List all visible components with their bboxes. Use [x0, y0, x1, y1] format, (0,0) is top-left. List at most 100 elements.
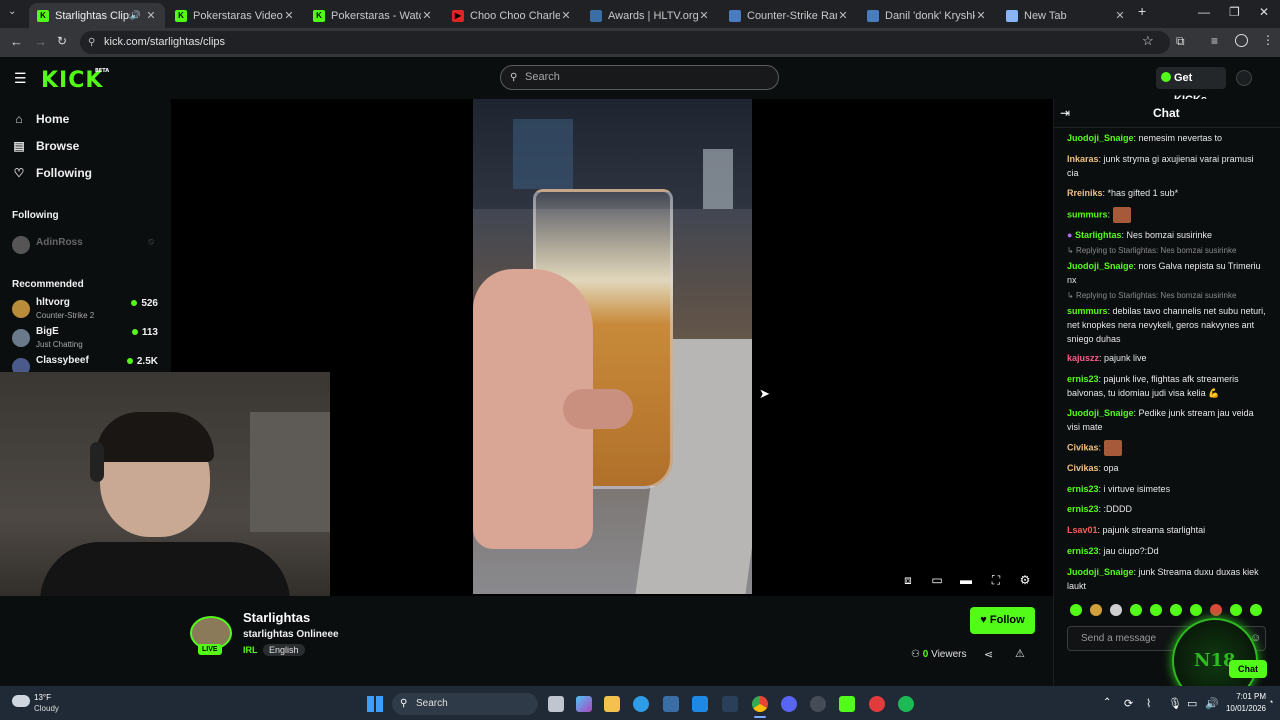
user-avatar[interactable]	[1236, 70, 1252, 86]
mic-icon[interactable]: 🎙	[1168, 697, 1182, 710]
forward-icon[interactable]: →	[34, 34, 47, 49]
chat-username[interactable]: Lsav01	[1067, 525, 1098, 535]
emote-icon[interactable]	[1090, 604, 1102, 616]
chat-username[interactable]: Juodoji_Snaige	[1067, 133, 1134, 143]
settings-gear-icon[interactable]: ⚙	[1018, 573, 1032, 587]
chat-username[interactable]: kajuszz	[1067, 353, 1099, 363]
chat-username[interactable]: Starlightas	[1075, 230, 1122, 240]
sidebar-item-home[interactable]: ⌂ Home	[12, 112, 69, 126]
copilot-icon[interactable]	[576, 696, 592, 712]
obs-icon[interactable]	[810, 696, 826, 712]
tab-list-chevron-icon[interactable]: ⌄	[8, 6, 16, 17]
language-tag[interactable]: English	[263, 644, 305, 656]
clock-date[interactable]: 10/01/2026	[1222, 704, 1266, 713]
sidebar-item-following[interactable]: ♡ Following	[12, 166, 92, 180]
close-window-icon[interactable]: ✕	[1259, 5, 1269, 19]
share-icon[interactable]: ⋖	[984, 648, 993, 661]
browser-tab[interactable]: Danil 'donk' Kryshkovets'✕	[859, 3, 995, 28]
clip-icon[interactable]: ▭	[930, 573, 944, 587]
extensions-icon[interactable]: ⧉	[1176, 34, 1185, 49]
taskbar-search[interactable]: ⚲ Search	[392, 693, 538, 715]
chat-username[interactable]: Rreiniks	[1067, 188, 1103, 198]
network-icon[interactable]: ⟳	[1124, 697, 1133, 710]
mini-player-icon[interactable]: ⧈	[901, 573, 915, 587]
browser-tab[interactable]: ▶ Choo Choo Charles | KILL✕	[444, 3, 580, 28]
emote-icon[interactable]	[1190, 604, 1202, 616]
close-tab-icon[interactable]: ✕	[837, 9, 849, 22]
browser-tab[interactable]: K Starlightas Clips - Wa🔊 ✕	[29, 3, 165, 28]
audio-icon[interactable]: 🔊	[130, 10, 141, 21]
hamburger-menu-icon[interactable]: ☰	[14, 70, 27, 87]
bookmark-star-icon[interactable]: ☆	[1142, 33, 1154, 49]
reload-icon[interactable]: ↻	[57, 34, 67, 48]
emote-icon[interactable]	[1110, 604, 1122, 616]
mail-icon[interactable]	[692, 696, 708, 712]
report-icon[interactable]: ⚠	[1015, 647, 1025, 660]
emote-icon[interactable]	[1130, 604, 1142, 616]
video-frame[interactable]	[473, 99, 752, 594]
search-input[interactable]: ⚲ Search	[500, 65, 779, 90]
tray-chevron-icon[interactable]: ⌃	[1103, 697, 1111, 708]
volume-icon[interactable]: 🔊	[1205, 697, 1219, 710]
chat-username[interactable]: summurs	[1067, 209, 1108, 219]
chat-button[interactable]: Chat	[1229, 660, 1267, 678]
maximize-icon[interactable]: ❐	[1229, 5, 1240, 19]
discord-icon[interactable]	[781, 696, 797, 712]
chat-username[interactable]: summurs	[1067, 306, 1108, 316]
minimize-icon[interactable]: —	[1198, 5, 1210, 19]
chat-username[interactable]: Civikas	[1067, 442, 1099, 452]
chat-username[interactable]: Juodoji_Snaige	[1067, 261, 1134, 271]
emote-icon[interactable]	[1230, 604, 1242, 616]
back-icon[interactable]: ←	[10, 34, 23, 49]
emote-icon[interactable]	[1210, 604, 1222, 616]
close-tab-icon[interactable]: ✕	[283, 9, 295, 22]
address-bar[interactable]: ⚲ kick.com/starlightas/clips	[80, 31, 1170, 54]
close-tab-icon[interactable]: ✕	[975, 9, 987, 22]
store-icon[interactable]	[663, 696, 679, 712]
opera-icon[interactable]	[869, 696, 885, 712]
task-view-icon[interactable]	[548, 696, 564, 712]
chat-username[interactable]: Civikas	[1067, 463, 1099, 473]
edge-icon[interactable]	[633, 696, 649, 712]
close-tab-icon[interactable]: ✕	[698, 9, 710, 22]
battery-icon[interactable]: ▭	[1187, 697, 1197, 710]
kick-app-icon[interactable]	[839, 696, 855, 712]
recommended-channel[interactable]: BigE Just Chatting 113	[12, 326, 162, 352]
close-tab-icon[interactable]: ✕	[421, 9, 433, 22]
media-controls-icon[interactable]: ≡	[1211, 34, 1218, 48]
steam-icon[interactable]	[722, 696, 738, 712]
channel-name[interactable]: Starlightas	[243, 610, 310, 625]
emote-icon[interactable]	[1150, 604, 1162, 616]
chat-username[interactable]: ernis23	[1067, 374, 1099, 384]
reply-context[interactable]: ↳ Replying to Starlightas: Nes bomzai su…	[1067, 291, 1267, 300]
emote-icon[interactable]	[1070, 604, 1082, 616]
chat-username[interactable]: ernis23	[1067, 484, 1099, 494]
browser-tab[interactable]: Counter-Strike Ranking |✕	[721, 3, 857, 28]
chat-username[interactable]: Juodoji_Snaige	[1067, 567, 1134, 577]
profile-icon[interactable]	[1235, 34, 1248, 47]
follow-button[interactable]: ♥ Follow	[970, 607, 1035, 634]
browser-tab[interactable]: New Tab ✕	[998, 3, 1134, 28]
chat-username[interactable]: ernis23	[1067, 504, 1099, 514]
reply-context[interactable]: ↳ Replying to Starlightas: Nes bomzai su…	[1067, 246, 1267, 255]
browser-tab[interactable]: Awards | HLTV.org ✕	[582, 3, 718, 28]
recommended-channel[interactable]: hltvorg Counter-Strike 2 526	[12, 297, 162, 323]
collapse-chat-icon[interactable]: ⇥	[1060, 106, 1070, 120]
following-item[interactable]: AdinRoss ⦸	[12, 233, 162, 259]
fullscreen-icon[interactable]: ⛶	[989, 573, 1003, 587]
windows-start-icon[interactable]	[367, 696, 383, 712]
wifi-icon[interactable]: ⌇	[1146, 697, 1151, 710]
spotify-icon[interactable]	[898, 696, 914, 712]
clock-time[interactable]: 7:01 PM	[1224, 692, 1266, 701]
get-kicks-button[interactable]: Get KICKs	[1156, 67, 1226, 106]
close-tab-icon[interactable]: ✕	[145, 9, 157, 22]
browser-menu-icon[interactable]: ⋮	[1262, 33, 1274, 47]
kick-logo[interactable]: KICK BETA	[41, 68, 109, 93]
chat-username[interactable]: ernis23	[1067, 546, 1099, 556]
close-tab-icon[interactable]: ✕	[560, 9, 572, 22]
notification-icon[interactable]: ◔	[1268, 697, 1273, 707]
file-explorer-icon[interactable]	[604, 696, 620, 712]
category-link[interactable]: IRL	[243, 645, 258, 655]
chrome-icon[interactable]	[752, 696, 768, 712]
emote-icon[interactable]	[1170, 604, 1182, 616]
